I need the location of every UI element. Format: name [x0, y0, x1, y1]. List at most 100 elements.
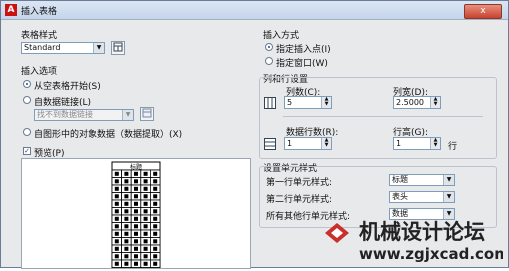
data-rows-value: 1 — [287, 139, 293, 148]
preview-cell-glyph — [153, 186, 158, 191]
from-empty-radio[interactable] — [23, 80, 31, 88]
second-row-style-select[interactable]: 表头 ▼ — [389, 191, 455, 203]
from-drawing-label: 自图形中的对象数据（数据提取）(X) — [34, 130, 183, 140]
preview-cell-glyph — [134, 231, 138, 236]
preview-cell-glyph — [134, 179, 138, 184]
data-rows-spinner[interactable]: 1 ▲ ▼ — [284, 137, 332, 150]
settings-divider — [283, 116, 483, 117]
column-width-spinner[interactable]: 2.5000 ▲ ▼ — [393, 96, 441, 109]
preview-cell-glyph — [114, 261, 119, 266]
preview-cell-glyph — [114, 246, 119, 251]
preview-cell-glyph — [114, 186, 119, 191]
preview-cell-glyph — [124, 216, 129, 221]
insert-point-label: 指定插入点(I) — [276, 45, 331, 55]
preview-cell-glyph — [114, 201, 119, 206]
close-button[interactable]: x — [464, 4, 502, 19]
first-row-style-value: 标题 — [392, 175, 408, 184]
preview-cell-glyph — [124, 254, 129, 259]
preview-cell-glyph — [124, 231, 129, 236]
preview-cell-glyph — [153, 216, 158, 221]
spinner-arrows-icon[interactable]: ▲ ▼ — [430, 138, 440, 149]
preview-cell-glyph — [143, 179, 148, 184]
preview-cell-glyph — [134, 254, 138, 259]
preview-cell-glyph — [134, 216, 138, 221]
preview-cell-glyph — [134, 239, 138, 244]
preview-cell-glyph — [114, 254, 119, 259]
from-link-label: 自数据链接(L) — [34, 98, 92, 108]
table-style-icon — [113, 42, 123, 52]
preview-cell-glyph — [124, 186, 129, 191]
preview-cell-glyph — [114, 209, 119, 214]
preview-cell-glyph — [153, 171, 158, 176]
title-bar: A 插入表格 x — [1, 1, 508, 20]
preview-grid — [111, 169, 161, 268]
preview-cell-glyph — [153, 224, 158, 229]
insert-point-radio[interactable] — [265, 43, 273, 51]
from-drawing-radio[interactable] — [23, 128, 31, 136]
preview-cell-glyph — [153, 231, 158, 236]
preview-cell-glyph — [143, 246, 148, 251]
preview-cell-glyph — [143, 186, 148, 191]
data-link-select[interactable]: 找不到数据链接 ▼ — [34, 109, 134, 121]
preview-cell-glyph — [153, 209, 158, 214]
preview-cell-glyph — [143, 261, 148, 266]
columns-icon — [264, 97, 276, 109]
preview-cell-glyph — [124, 201, 129, 206]
preview-checkbox[interactable]: ✓ — [23, 147, 31, 155]
preview-cell-glyph — [134, 246, 138, 251]
chevron-down-icon: ▼ — [122, 110, 133, 120]
preview-cell-glyph — [153, 179, 158, 184]
spinner-arrows-icon[interactable]: ▲ ▼ — [430, 97, 440, 108]
preview-cell-glyph — [153, 201, 158, 206]
preview-cell-glyph — [153, 261, 158, 266]
chevron-down-icon: ▼ — [93, 43, 104, 53]
preview-cell-glyph — [124, 179, 129, 184]
preview-cell-glyph — [134, 171, 138, 176]
preview-cell-glyph — [134, 186, 138, 191]
row-height-value: 1 — [396, 139, 402, 148]
preview-cell-glyph — [124, 246, 129, 251]
columns-spinner[interactable]: 5 ▲ ▼ — [284, 96, 332, 109]
from-link-radio[interactable] — [23, 96, 31, 104]
table-style-dialog-button[interactable] — [111, 41, 125, 55]
watermark-text: 机械设计论坛 — [359, 220, 485, 244]
preview-cell-glyph — [114, 231, 119, 236]
preview-cell-glyph — [153, 239, 158, 244]
preview-cell-glyph — [124, 171, 129, 176]
preview-cell-glyph — [143, 201, 148, 206]
preview-cell-glyph — [124, 224, 129, 229]
preview-cell-glyph — [124, 239, 129, 244]
preview-cell-glyph — [143, 209, 148, 214]
autocad-logo-icon: A — [5, 4, 17, 16]
spinner-arrows-icon[interactable]: ▲ ▼ — [321, 97, 331, 108]
table-style-select[interactable]: Standard ▼ — [21, 42, 105, 54]
data-link-manager-button[interactable] — [140, 107, 154, 121]
table-preview: 标题 — [21, 158, 251, 269]
preview-cell-glyph — [134, 201, 138, 206]
column-width-value: 2.5000 — [396, 98, 424, 107]
columns-value: 5 — [287, 98, 293, 107]
row-height-spinner[interactable]: 1 ▲ ▼ — [393, 137, 441, 150]
preview-cell-glyph — [114, 194, 119, 199]
spinner-arrows-icon[interactable]: ▲ ▼ — [321, 138, 331, 149]
insert-method-label: 插入方式 — [263, 31, 300, 41]
preview-cell-glyph — [134, 194, 138, 199]
preview-cell-glyph — [143, 231, 148, 236]
row-unit-label: 行 — [448, 142, 458, 152]
preview-cell-glyph — [153, 246, 158, 251]
preview-cell-glyph — [134, 261, 138, 266]
table-style-value: Standard — [24, 43, 61, 52]
table-style-label: 表格样式 — [21, 31, 58, 41]
preview-cell-glyph — [143, 254, 148, 259]
preview-cell-glyph — [143, 239, 148, 244]
insert-options-label: 插入选项 — [21, 67, 58, 77]
preview-cell-glyph — [114, 171, 119, 176]
preview-cell-glyph — [153, 254, 158, 259]
preview-cell-glyph — [143, 194, 148, 199]
first-row-style-select[interactable]: 标题 ▼ — [389, 174, 455, 186]
second-row-style-label: 第二行单元样式: — [266, 195, 333, 205]
rows-icon — [264, 138, 276, 150]
insert-window-label: 指定窗口(W) — [276, 59, 328, 69]
insert-window-radio[interactable] — [265, 57, 273, 65]
second-row-style-value: 表头 — [392, 192, 408, 201]
